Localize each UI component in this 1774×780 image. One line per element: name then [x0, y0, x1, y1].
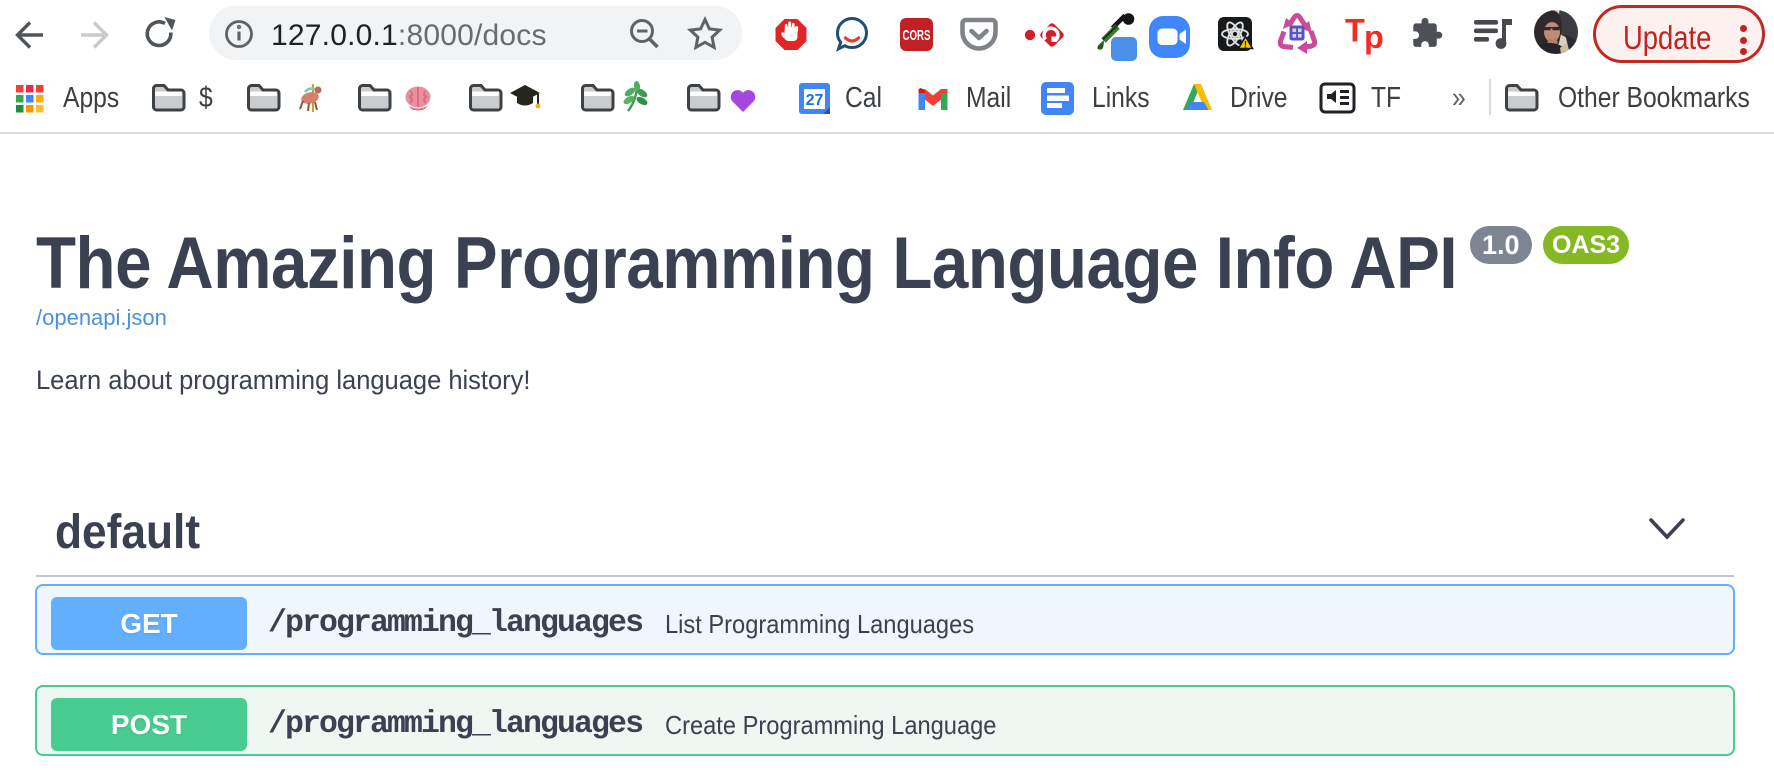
svg-text:!: !: [1244, 40, 1247, 51]
svg-text:T: T: [1345, 13, 1365, 49]
svg-text:CORS: CORS: [903, 27, 931, 44]
svg-text:27: 27: [806, 92, 824, 109]
svg-text:p: p: [1364, 19, 1384, 55]
